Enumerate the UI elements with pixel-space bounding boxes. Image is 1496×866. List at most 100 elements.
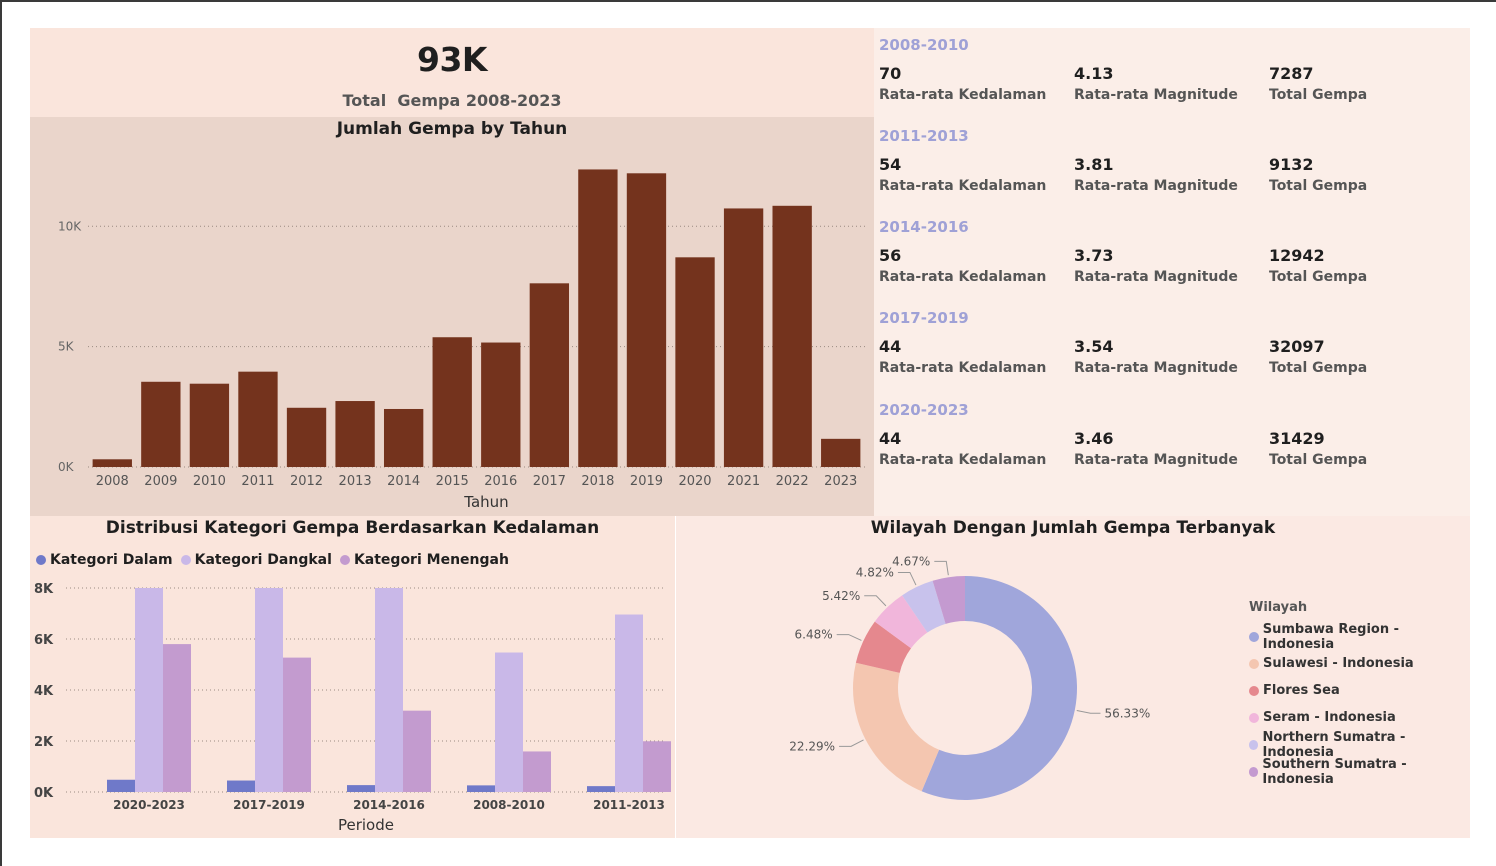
stat-depth-value: 44 — [879, 337, 902, 356]
category-bar[interactable] — [375, 588, 403, 792]
window-frame-left — [0, 0, 2, 866]
stat-depth: 56 Rata-rata Kedalaman — [879, 246, 1046, 287]
y-tick-label: 6K — [34, 633, 54, 648]
kpi-card[interactable]: 93K Total Gempa 2008-2023 — [30, 28, 874, 117]
period-title: 2014-2016 — [879, 218, 969, 236]
category-bar[interactable] — [227, 780, 255, 792]
region-donut-chart[interactable]: 56.33% 22.29% 6.48% 5.42% 4.82%4.67% — [676, 516, 1236, 838]
region-legend-label: Sumbawa Region - Indonesia — [1262, 621, 1400, 652]
category-bar[interactable] — [587, 786, 615, 792]
x-axis-label: Tahun — [463, 493, 508, 511]
stat-magnitude-label: Rata-rata Magnitude — [1074, 360, 1238, 376]
stat-total: 7287 Total Gempa — [1269, 64, 1367, 105]
stat-depth-label: Rata-rata Kedalaman — [879, 452, 1047, 468]
category-bar[interactable] — [163, 644, 191, 792]
legend-dot-icon — [1249, 739, 1259, 750]
stat-magnitude: 4.13 Rata-rata Magnitude — [1074, 64, 1238, 105]
category-bar[interactable] — [107, 779, 135, 792]
leader-line — [839, 739, 864, 747]
year-bar[interactable] — [626, 173, 667, 467]
stat-total-value: 31429 — [1269, 429, 1325, 448]
stat-total: 31429 Total Gempa — [1269, 429, 1367, 470]
region-panel[interactable]: Wilayah Dengan Jumlah Gempa Terbanyak 56… — [676, 516, 1470, 838]
leader-line — [836, 634, 862, 641]
region-legend-title: Wilayah — [1249, 600, 1308, 615]
category-bar[interactable] — [255, 588, 283, 792]
period-block[interactable]: 2008-2010 70 Rata-rata Kedalaman 4.13 Ra… — [879, 30, 1464, 114]
year-bar[interactable] — [432, 337, 472, 467]
period-block[interactable]: 2020-2023 44 Rata-rata Kedalaman 3.46 Ra… — [879, 395, 1464, 479]
stat-total-label: Total Gempa — [1269, 452, 1368, 468]
period-block[interactable]: 2017-2019 44 Rata-rata Kedalaman 3.54 Ra… — [879, 303, 1464, 387]
x-tick-label: 2018 — [581, 474, 614, 489]
region-legend-item[interactable]: Sulawesi - Indonesia — [1249, 650, 1470, 677]
year-bar-chart[interactable]: 0K 5K 10K 2008 2009 2010 2011 2012 2013 2014 2015 2… — [30, 117, 874, 516]
x-tick-label: 2023 — [824, 474, 857, 489]
category-bar[interactable] — [347, 785, 375, 792]
depth-category-panel[interactable]: Distribusi Kategori Gempa Berdasarkan Ke… — [30, 516, 675, 838]
slice-value-label: 6.48% — [795, 628, 833, 642]
category-bar[interactable] — [643, 741, 671, 792]
stat-total-value: 32097 — [1269, 337, 1325, 356]
year-chart-panel[interactable]: Jumlah Gempa by Tahun 0K 5K 10K 2008 2009 201… — [30, 117, 874, 516]
x-tick-label: 2021 — [727, 474, 760, 489]
stat-magnitude: 3.73 Rata-rata Magnitude — [1074, 246, 1238, 287]
leader-line — [934, 560, 949, 576]
stat-magnitude-label: Rata-rata Magnitude — [1074, 87, 1238, 103]
stat-magnitude-value: 3.54 — [1074, 337, 1114, 356]
year-bar[interactable] — [675, 257, 715, 467]
stat-depth: 44 Rata-rata Kedalaman — [879, 429, 1046, 470]
region-legend-item[interactable]: Seram - Indonesia — [1249, 704, 1470, 731]
kpi-value: 93K — [417, 40, 488, 79]
period-title: 2017-2019 — [879, 309, 969, 327]
year-bar[interactable] — [238, 371, 278, 467]
year-bar[interactable] — [529, 283, 570, 467]
stat-depth: 44 Rata-rata Kedalaman — [879, 337, 1046, 378]
year-bar[interactable] — [141, 381, 181, 467]
legend-dot-icon — [1249, 685, 1259, 696]
period-block[interactable]: 2011-2013 54 Rata-rata Kedalaman 3.81 Ra… — [879, 121, 1464, 205]
stat-depth-value: 54 — [879, 155, 902, 174]
period-block[interactable]: 2014-2016 56 Rata-rata Kedalaman 3.73 Ra… — [879, 212, 1464, 296]
region-legend-label: Flores Sea — [1263, 683, 1340, 698]
leader-line — [1076, 710, 1101, 714]
stat-magnitude: 3.54 Rata-rata Magnitude — [1074, 337, 1238, 378]
year-bar[interactable] — [723, 208, 764, 467]
year-bar[interactable] — [578, 169, 618, 467]
year-bar[interactable] — [335, 401, 375, 467]
slice-value-label: 4.67% — [892, 554, 930, 568]
year-bar[interactable] — [92, 459, 132, 467]
year-bar[interactable] — [772, 205, 812, 467]
year-bar[interactable] — [286, 407, 327, 467]
x-tick-label: 2012 — [290, 474, 323, 489]
x-tick-label: 2017 — [533, 474, 566, 489]
x-tick-label: 2014-2016 — [353, 798, 425, 812]
leader-line — [897, 571, 917, 586]
period-title: 2008-2010 — [879, 36, 969, 54]
stat-depth-value: 56 — [879, 246, 902, 265]
region-legend-item[interactable]: Northern Sumatra - Indonesia — [1249, 730, 1470, 760]
region-legend-item[interactable]: Sumbawa Region - Indonesia — [1249, 621, 1470, 652]
stat-magnitude-label: Rata-rata Magnitude — [1074, 269, 1238, 285]
category-bar[interactable] — [523, 751, 551, 792]
category-bar[interactable] — [283, 657, 311, 792]
stat-magnitude: 3.46 Rata-rata Magnitude — [1074, 429, 1238, 470]
region-legend: Wilayah Sumbawa Region - Indonesia Sulaw… — [1249, 600, 1470, 787]
stat-depth-label: Rata-rata Kedalaman — [879, 87, 1047, 103]
category-bar[interactable] — [615, 614, 643, 792]
category-bar[interactable] — [467, 785, 495, 792]
year-bar[interactable] — [821, 438, 861, 467]
stat-magnitude-value: 4.13 — [1074, 64, 1114, 83]
region-legend-label: Seram - Indonesia — [1263, 710, 1396, 725]
region-legend-item[interactable]: Flores Sea — [1249, 677, 1470, 704]
category-bar[interactable] — [135, 588, 163, 792]
category-bar[interactable] — [495, 652, 523, 792]
year-bar[interactable] — [189, 383, 230, 467]
x-tick-label: 2011 — [241, 474, 274, 489]
donut-slice[interactable] — [853, 662, 940, 792]
depth-category-bar-chart[interactable]: 0K 2K 4K 6K 8K 2020-2023 2017-2019 2014-2016 200… — [30, 516, 675, 838]
category-bar[interactable] — [403, 710, 431, 792]
year-bar[interactable] — [383, 408, 424, 467]
region-legend-item[interactable]: Southern Sumatra - Indonesia — [1249, 757, 1470, 787]
year-bar[interactable] — [481, 342, 521, 467]
